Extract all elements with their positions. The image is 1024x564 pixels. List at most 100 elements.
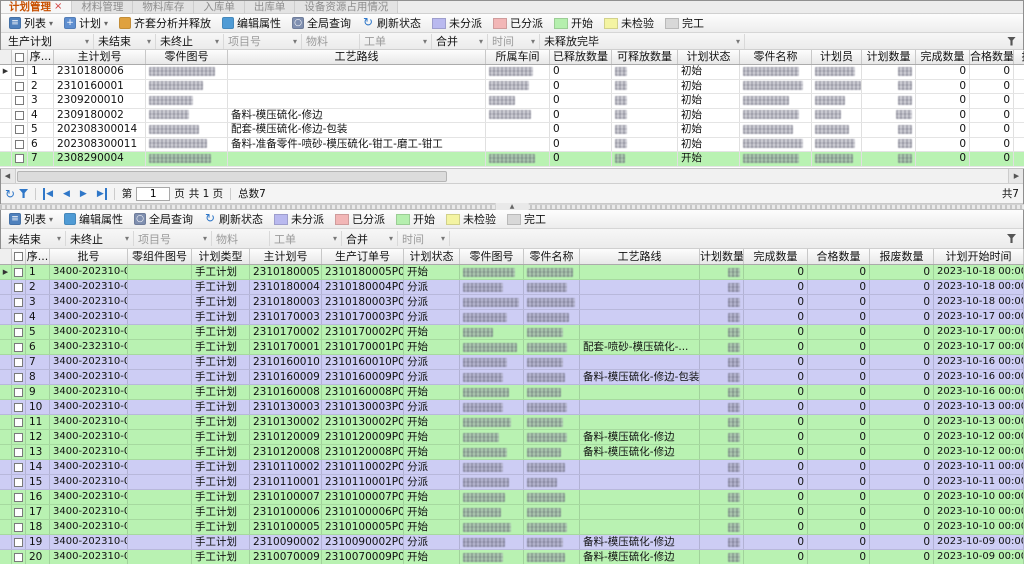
select-all-checkbox[interactable]	[12, 50, 28, 64]
col-header-plan_qty[interactable]: 计划数量	[700, 249, 744, 264]
merge-filter[interactable]: 合并▾	[432, 34, 488, 49]
project-no-filter[interactable]: 项目号▾	[224, 34, 302, 49]
col-header-part_name[interactable]: 零件名称	[740, 50, 812, 64]
col-header-part_no[interactable]: 零件图号	[146, 50, 228, 64]
col-header-done_qty[interactable]: 完成数量	[916, 50, 970, 64]
row-checkbox[interactable]	[12, 490, 26, 504]
row-checkbox[interactable]	[12, 475, 26, 489]
col-header-plan_no[interactable]: 主计划号	[250, 249, 322, 264]
table-row[interactable]: 103400-202310-01手工计划23101300032310130003…	[0, 400, 1024, 415]
page-number-input[interactable]	[136, 187, 170, 201]
table-row[interactable]: 173400-202310-01手工计划23101000062310100006…	[0, 505, 1024, 520]
row-checkbox[interactable]	[12, 65, 28, 79]
col-header-done_qty[interactable]: 完成数量	[744, 249, 808, 264]
col-header-plan_no[interactable]: 主计划号	[54, 50, 146, 64]
scroll-right-icon[interactable]: ▶	[1008, 169, 1024, 183]
tab-入库单[interactable]: 入库单	[194, 0, 245, 13]
select-all-checkbox[interactable]	[12, 249, 26, 264]
row-checkbox[interactable]	[12, 445, 26, 459]
table-row[interactable]: 113400-202310-02手工计划23101300022310130002…	[0, 415, 1024, 430]
row-checkbox[interactable]	[12, 415, 26, 429]
col-header-comp_part_no[interactable]: 零组件图号	[128, 249, 192, 264]
col-header-scrap_qty[interactable]: 报废数量	[870, 249, 934, 264]
row-checkbox[interactable]	[12, 152, 28, 166]
col-header-route[interactable]: 工艺路线	[228, 50, 486, 64]
scrollbar-thumb[interactable]	[17, 171, 447, 182]
row-checkbox[interactable]	[12, 520, 26, 534]
global-search-button[interactable]: ○全局查询	[129, 211, 198, 228]
table-row[interactable]: 23400-202310-03手工计划23101800042310180004P…	[0, 280, 1024, 295]
chevron-down-icon[interactable]: ▾	[333, 234, 337, 243]
list-button[interactable]: ≡列表▾	[4, 15, 58, 32]
row-checkbox[interactable]	[12, 265, 26, 279]
project-no-filter[interactable]: 项目号▾	[134, 231, 212, 246]
chevron-down-icon[interactable]: ▾	[125, 234, 129, 243]
table-row[interactable]: 193400-202310-01手工计划23100900022310090002…	[0, 535, 1024, 550]
workorder-filter[interactable]: 工单▾	[270, 231, 342, 246]
panel-splitter[interactable]: ▲	[0, 204, 1024, 210]
not-terminated-filter[interactable]: 未终止▾	[66, 231, 134, 246]
material-filter[interactable]: 物料	[212, 231, 270, 246]
chevron-down-icon[interactable]: ▾	[423, 37, 427, 46]
col-header-released_qty[interactable]: 已释放数量	[550, 50, 612, 64]
table-row[interactable]: 153400-202310-01手工计划23101100012310110001…	[0, 475, 1024, 490]
table-row[interactable]: 183400-202310-01手工计划23101000052310100005…	[0, 520, 1024, 535]
merge-filter[interactable]: 合并▾	[342, 231, 398, 246]
table-row[interactable]: 83400-202310-01手工计划23101600092310160009P…	[0, 370, 1024, 385]
col-header-workshop[interactable]: 所属车间	[486, 50, 550, 64]
prev-page-icon[interactable]: ◀	[60, 188, 73, 200]
table-row[interactable]: 123400-202310-01手工计划23101200092310120009…	[0, 430, 1024, 445]
row-checkbox[interactable]	[12, 310, 26, 324]
table-row[interactable]: 73400-202310-01手工计划23101600102310160010P…	[0, 355, 1024, 370]
col-header-qualified_qty[interactable]: 合格数量	[970, 50, 1014, 64]
plan-button[interactable]: +计划▾	[59, 15, 113, 32]
table-row[interactable]: 133400-202310-01手工计划23101200082310120008…	[0, 445, 1024, 460]
col-header-start_time[interactable]: 计划开始时间	[934, 249, 1024, 264]
scroll-left-icon[interactable]: ◀	[0, 169, 16, 183]
chevron-down-icon[interactable]: ▾	[203, 234, 207, 243]
global-search-button[interactable]: ○全局查询	[287, 15, 356, 32]
table-row[interactable]: 93400-202310-02手工计划23101600082310160008P…	[0, 385, 1024, 400]
col-header-part_no[interactable]: 零件图号	[460, 249, 524, 264]
not-ended-filter[interactable]: 未结束▾	[4, 231, 66, 246]
not-ended-filter[interactable]: 未结束▾	[94, 34, 156, 49]
chevron-down-icon[interactable]: ▾	[479, 37, 483, 46]
filter-funnel-icon[interactable]	[1007, 234, 1016, 243]
col-header-batch_no[interactable]: 批号	[50, 249, 128, 264]
table-row[interactable]: 143400-202310-01手工计划23101100022310110002…	[0, 460, 1024, 475]
row-checkbox[interactable]	[12, 385, 26, 399]
col-header-releasable_qty[interactable]: 可释放数量	[612, 50, 678, 64]
tab-出库单[interactable]: 出库单	[245, 0, 296, 13]
col-header-order_no[interactable]: 生产订单号	[322, 249, 404, 264]
time-filter[interactable]: 时间▾	[398, 231, 450, 246]
not-fully-released-filter[interactable]: 未释放完毕▾	[540, 34, 745, 49]
chevron-down-icon[interactable]: ▾	[531, 37, 535, 46]
horizontal-scrollbar[interactable]: ◀ ▶	[0, 169, 1024, 184]
row-checkbox[interactable]	[12, 400, 26, 414]
chevron-down-icon[interactable]: ▾	[293, 37, 297, 46]
col-header-scrap_qty[interactable]: 报废数量	[1014, 50, 1024, 64]
table-row[interactable]: 43400-202310-02手工计划23101700032310170003P…	[0, 310, 1024, 325]
col-header-status[interactable]: 计划状态	[678, 50, 740, 64]
chevron-down-icon[interactable]: ▾	[57, 234, 61, 243]
refresh-status-button[interactable]: ↻刷新状态	[199, 211, 268, 228]
col-header-status[interactable]: 计划状态	[404, 249, 460, 264]
tab-计划管理[interactable]: 计划管理×	[0, 0, 72, 13]
col-header-seq[interactable]: 序...	[28, 50, 54, 64]
table-row[interactable]: 42309180002备料-模压硫化-修边0初始00	[0, 109, 1024, 124]
table-row[interactable]: 33400-202310-01手工计划23101800032310180003P…	[0, 295, 1024, 310]
table-row[interactable]: 223101600010初始00	[0, 80, 1024, 95]
table-row[interactable]: ▶13400-202310-01手工计划23101800052310180005…	[0, 265, 1024, 280]
table-row[interactable]: 5202308300014配套-模压硫化-修边-包装0初始00	[0, 123, 1024, 138]
row-checkbox[interactable]	[12, 505, 26, 519]
table-row[interactable]: 203400-202310-01手工计划23100700092310070009…	[0, 550, 1024, 564]
col-header-part_name[interactable]: 零件名称	[524, 249, 580, 264]
row-checkbox[interactable]	[12, 535, 26, 549]
not-terminated-filter[interactable]: 未终止▾	[156, 34, 224, 49]
next-page-icon[interactable]: ▶	[77, 188, 90, 200]
last-page-icon[interactable]: ▶	[94, 188, 107, 200]
tab-物料库存[interactable]: 物料库存	[133, 0, 194, 13]
first-page-icon[interactable]: ◀	[43, 188, 56, 200]
row-checkbox[interactable]	[12, 370, 26, 384]
filter-funnel-icon[interactable]	[1007, 37, 1016, 46]
